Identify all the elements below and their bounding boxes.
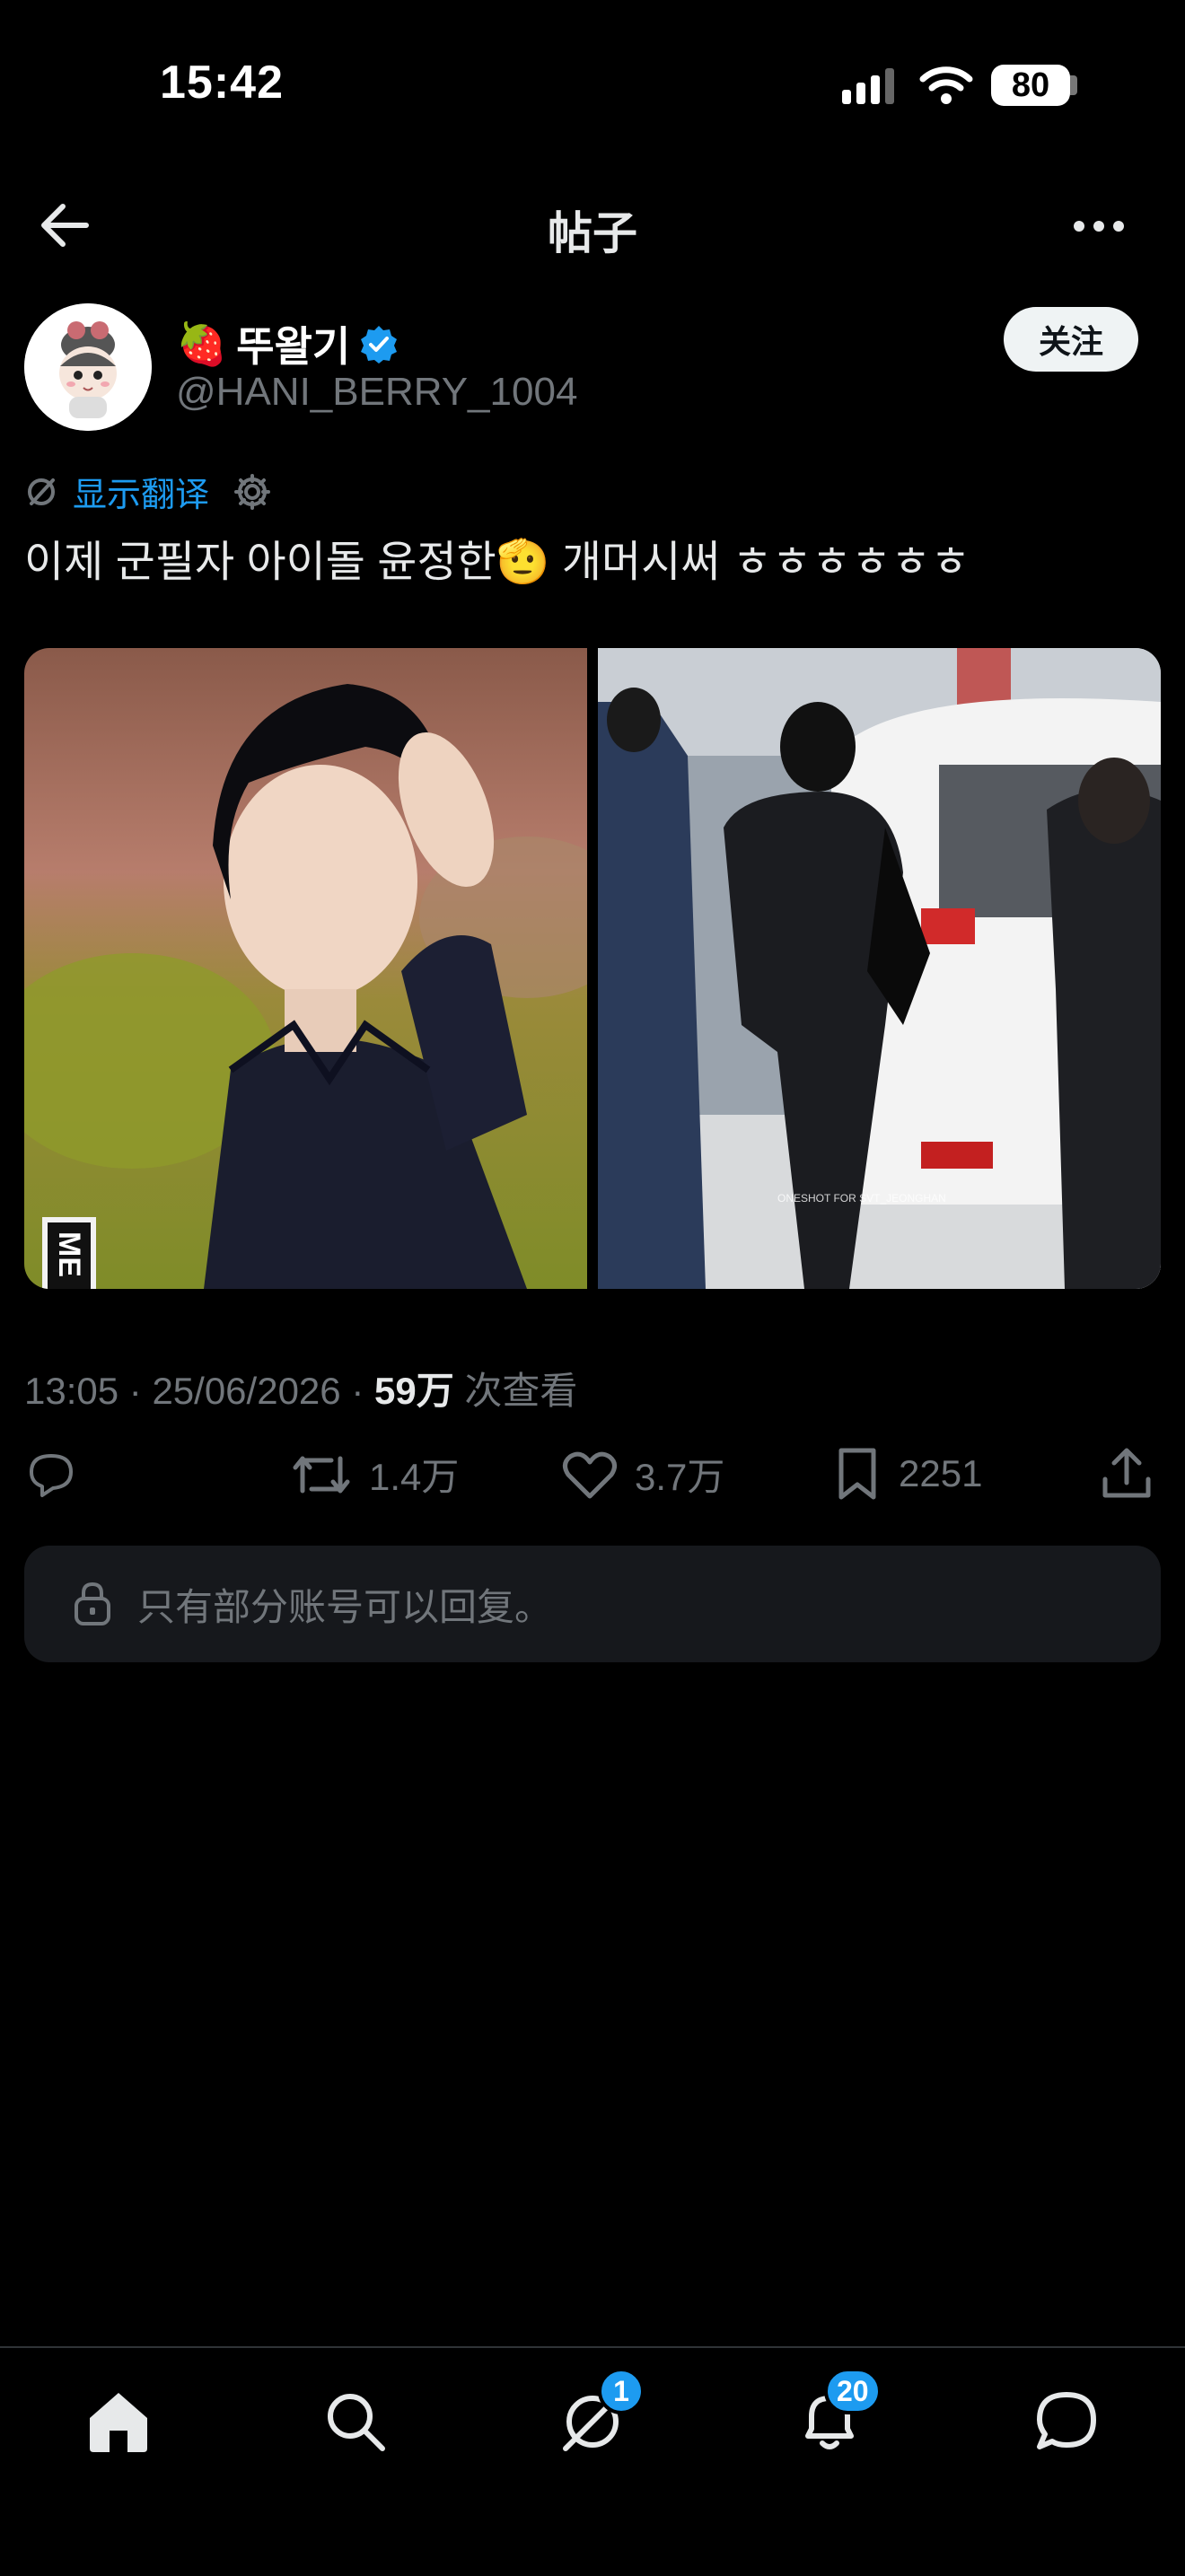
photo-watermark: ONESHOT FOR SVT_JEONGHAN — [777, 1192, 946, 1205]
post-time: 13:05 — [24, 1370, 119, 1412]
author-name[interactable]: 🍓 뚜왈기 — [176, 314, 399, 373]
messages-icon[interactable] — [1031, 2386, 1102, 2458]
follow-button[interactable]: 关注 — [1004, 307, 1138, 372]
bookmark-icon — [838, 1448, 876, 1500]
messages-badge: 1 — [598, 2368, 645, 2414]
reply-restriction-text: 只有部分账号可以回复。 — [137, 1585, 553, 1628]
reply-restriction-notice: 只有部分账号可以回复。 — [24, 1546, 1161, 1662]
show-translation-link[interactable]: 显示翻译 — [73, 467, 209, 516]
page-title: 帖子 — [548, 208, 637, 258]
like-button[interactable]: 3.7万 — [561, 1447, 724, 1502]
battery-indicator: 80 — [991, 65, 1070, 106]
search-icon[interactable] — [320, 2386, 391, 2458]
share-icon — [1102, 1448, 1151, 1498]
translate-row[interactable]: 显示翻译 — [24, 467, 272, 516]
bookmark-button[interactable]: 2251 — [832, 1447, 982, 1501]
home-icon[interactable] — [83, 2386, 154, 2458]
reply-icon — [30, 1454, 73, 1497]
post-meta: 13:05 · 25/06/2026 · 59万 次查看 — [24, 1370, 578, 1412]
avatar[interactable] — [24, 303, 152, 431]
notifications-badge: 20 — [824, 2368, 882, 2414]
view-count: 59万 — [373, 1370, 454, 1412]
author-handle[interactable]: @HANI_BERRY_1004 — [176, 370, 577, 415]
cellular-signal-icon — [842, 68, 894, 104]
battery-tip — [1070, 75, 1077, 95]
heart-icon — [563, 1451, 617, 1498]
translate-globe-icon — [28, 478, 55, 505]
wifi-icon — [919, 66, 973, 104]
gear-icon[interactable] — [233, 472, 272, 512]
strawberry-emoji: 🍓 — [176, 320, 228, 367]
like-count: 3.7万 — [635, 1456, 725, 1498]
photo-2[interactable]: ONESHOT FOR SVT_JEONGHAN — [598, 648, 1161, 1289]
retweet-icon — [293, 1456, 350, 1493]
verified-badge-icon — [361, 326, 398, 364]
photo-sign-text: ME — [52, 1231, 86, 1277]
more-options-icon[interactable] — [1072, 219, 1126, 233]
views-label: 次查看 — [464, 1370, 578, 1412]
status-time: 15:42 — [160, 57, 284, 109]
photo-1[interactable]: ME — [24, 648, 587, 1289]
media-grid[interactable]: ME ONESHOT FOR SVT_JEONGHAN — [24, 648, 1161, 1289]
reply-button[interactable] — [24, 1447, 78, 1501]
retweet-count: 1.4万 — [369, 1456, 460, 1498]
author-display-name: 뚜왈기 — [236, 323, 351, 370]
share-button[interactable] — [1100, 1447, 1154, 1501]
retweet-button[interactable]: 1.4万 — [290, 1447, 459, 1502]
post-date: 25/06/2026 — [152, 1370, 341, 1412]
bottom-tab-bar: 1 20 — [0, 2346, 1185, 2576]
action-bar: 1.4万 3.7万 2251 — [24, 1447, 1161, 1519]
lock-icon — [75, 1582, 110, 1625]
bookmark-count: 2251 — [899, 1452, 983, 1494]
tweet-text: 이제 군필자 아이돌 윤정한🫡 개머시써 ㅎㅎㅎㅎㅎㅎ — [24, 539, 970, 586]
